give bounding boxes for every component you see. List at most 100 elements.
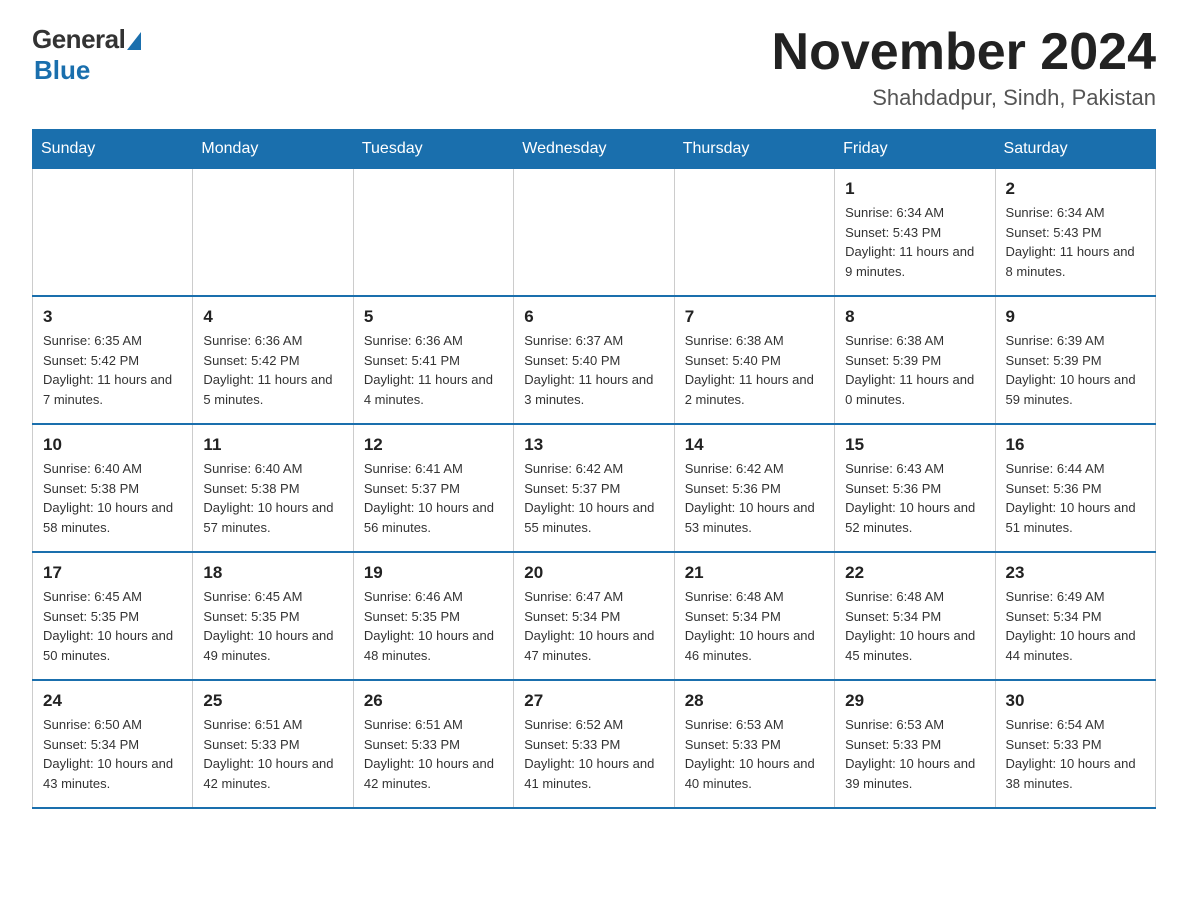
month-title: November 2024 [772,24,1156,81]
calendar-week-row: 17Sunrise: 6:45 AM Sunset: 5:35 PM Dayli… [33,552,1156,680]
day-info: Sunrise: 6:51 AM Sunset: 5:33 PM Dayligh… [203,715,342,793]
day-number: 16 [1006,435,1145,455]
calendar-cell: 7 Sunrise: 6:38 AM Sunset: 5:40 PM Daylig… [674,296,834,424]
calendar-cell [514,169,674,297]
calendar-day-header: Tuesday [353,130,513,169]
calendar-week-row: 24 Sunrise: 6:50 AM Sunset: 5:34 PM Dayli… [33,680,1156,808]
calendar-cell: 17Sunrise: 6:45 AM Sunset: 5:35 PM Dayli… [33,552,193,680]
location-title: Shahdadpur, Sindh, Pakistan [772,85,1156,111]
calendar-cell: 14 Sunrise: 6:42 AM Sunset: 5:36 PM Dayli… [674,424,834,552]
day-info: Sunrise: 6:35 AM Sunset: 5:42 PM Dayligh… [43,331,182,409]
day-info: Sunrise: 6:50 AM Sunset: 5:34 PM Dayligh… [43,715,182,793]
calendar-day-header: Sunday [33,130,193,169]
day-info: Sunrise: 6:49 AM Sunset: 5:34 PM Dayligh… [1006,587,1145,665]
calendar-cell: 26Sunrise: 6:51 AM Sunset: 5:33 PM Dayli… [353,680,513,808]
day-number: 5 [364,307,503,327]
calendar-cell: 22 Sunrise: 6:48 AM Sunset: 5:34 PM Dayli… [835,552,995,680]
title-area: November 2024 Shahdadpur, Sindh, Pakista… [772,24,1156,111]
day-info: Sunrise: 6:52 AM Sunset: 5:33 PM Dayligh… [524,715,663,793]
calendar-table: SundayMondayTuesdayWednesdayThursdayFrid… [32,129,1156,809]
logo-blue-text: Blue [34,55,90,86]
day-number: 18 [203,563,342,583]
day-number: 1 [845,179,984,199]
calendar-day-header: Saturday [995,130,1155,169]
day-number: 14 [685,435,824,455]
day-number: 10 [43,435,182,455]
calendar-header-row: SundayMondayTuesdayWednesdayThursdayFrid… [33,130,1156,169]
day-info: Sunrise: 6:36 AM Sunset: 5:42 PM Dayligh… [203,331,342,409]
calendar-cell: 12 Sunrise: 6:41 AM Sunset: 5:37 PM Dayli… [353,424,513,552]
day-info: Sunrise: 6:54 AM Sunset: 5:33 PM Dayligh… [1006,715,1145,793]
day-info: Sunrise: 6:34 AM Sunset: 5:43 PM Dayligh… [845,203,984,281]
calendar-cell: 24 Sunrise: 6:50 AM Sunset: 5:34 PM Dayli… [33,680,193,808]
calendar-cell: 1 Sunrise: 6:34 AM Sunset: 5:43 PM Daylig… [835,169,995,297]
calendar-cell: 9Sunrise: 6:39 AM Sunset: 5:39 PM Daylig… [995,296,1155,424]
day-info: Sunrise: 6:46 AM Sunset: 5:35 PM Dayligh… [364,587,503,665]
day-number: 4 [203,307,342,327]
day-info: Sunrise: 6:48 AM Sunset: 5:34 PM Dayligh… [845,587,984,665]
day-number: 23 [1006,563,1145,583]
day-number: 6 [524,307,663,327]
calendar-cell: 23 Sunrise: 6:49 AM Sunset: 5:34 PM Dayli… [995,552,1155,680]
day-info: Sunrise: 6:44 AM Sunset: 5:36 PM Dayligh… [1006,459,1145,537]
day-number: 25 [203,691,342,711]
day-info: Sunrise: 6:34 AM Sunset: 5:43 PM Dayligh… [1006,203,1145,281]
calendar-cell: 29 Sunrise: 6:53 AM Sunset: 5:33 PM Dayli… [835,680,995,808]
day-info: Sunrise: 6:38 AM Sunset: 5:40 PM Dayligh… [685,331,824,409]
day-number: 29 [845,691,984,711]
calendar-day-header: Friday [835,130,995,169]
day-info: Sunrise: 6:36 AM Sunset: 5:41 PM Dayligh… [364,331,503,409]
day-info: Sunrise: 6:38 AM Sunset: 5:39 PM Dayligh… [845,331,984,409]
day-info: Sunrise: 6:51 AM Sunset: 5:33 PM Dayligh… [364,715,503,793]
day-info: Sunrise: 6:37 AM Sunset: 5:40 PM Dayligh… [524,331,663,409]
day-number: 12 [364,435,503,455]
calendar-cell: 13 Sunrise: 6:42 AM Sunset: 5:37 PM Dayli… [514,424,674,552]
calendar-cell: 2 Sunrise: 6:34 AM Sunset: 5:43 PM Daylig… [995,169,1155,297]
logo: General Blue [32,24,141,86]
calendar-cell: 8Sunrise: 6:38 AM Sunset: 5:39 PM Daylig… [835,296,995,424]
calendar-cell: 19 Sunrise: 6:46 AM Sunset: 5:35 PM Dayli… [353,552,513,680]
day-info: Sunrise: 6:42 AM Sunset: 5:36 PM Dayligh… [685,459,824,537]
day-number: 17 [43,563,182,583]
day-number: 19 [364,563,503,583]
calendar-cell: 3 Sunrise: 6:35 AM Sunset: 5:42 PM Daylig… [33,296,193,424]
day-number: 13 [524,435,663,455]
day-info: Sunrise: 6:47 AM Sunset: 5:34 PM Dayligh… [524,587,663,665]
day-info: Sunrise: 6:40 AM Sunset: 5:38 PM Dayligh… [203,459,342,537]
calendar-cell: 25 Sunrise: 6:51 AM Sunset: 5:33 PM Dayli… [193,680,353,808]
day-number: 11 [203,435,342,455]
day-number: 28 [685,691,824,711]
calendar-cell: 18Sunrise: 6:45 AM Sunset: 5:35 PM Dayli… [193,552,353,680]
calendar-cell [33,169,193,297]
logo-triangle-icon [127,32,141,50]
calendar-cell: 30 Sunrise: 6:54 AM Sunset: 5:33 PM Dayli… [995,680,1155,808]
calendar-cell: 5 Sunrise: 6:36 AM Sunset: 5:41 PM Daylig… [353,296,513,424]
calendar-cell [353,169,513,297]
day-info: Sunrise: 6:42 AM Sunset: 5:37 PM Dayligh… [524,459,663,537]
calendar-cell: 21 Sunrise: 6:48 AM Sunset: 5:34 PM Dayli… [674,552,834,680]
day-number: 22 [845,563,984,583]
logo-general-text: General [32,24,125,55]
day-number: 7 [685,307,824,327]
day-info: Sunrise: 6:48 AM Sunset: 5:34 PM Dayligh… [685,587,824,665]
page-header: General Blue November 2024 Shahdadpur, S… [32,24,1156,111]
calendar-week-row: 10 Sunrise: 6:40 AM Sunset: 5:38 PM Dayli… [33,424,1156,552]
day-number: 3 [43,307,182,327]
day-number: 24 [43,691,182,711]
calendar-cell: 20 Sunrise: 6:47 AM Sunset: 5:34 PM Dayli… [514,552,674,680]
day-number: 15 [845,435,984,455]
calendar-cell: 11 Sunrise: 6:40 AM Sunset: 5:38 PM Dayli… [193,424,353,552]
calendar-cell: 15 Sunrise: 6:43 AM Sunset: 5:36 PM Dayli… [835,424,995,552]
day-number: 30 [1006,691,1145,711]
day-info: Sunrise: 6:43 AM Sunset: 5:36 PM Dayligh… [845,459,984,537]
day-number: 27 [524,691,663,711]
calendar-day-header: Wednesday [514,130,674,169]
day-number: 20 [524,563,663,583]
day-number: 2 [1006,179,1145,199]
day-info: Sunrise: 6:39 AM Sunset: 5:39 PM Dayligh… [1006,331,1145,409]
calendar-cell [674,169,834,297]
day-info: Sunrise: 6:53 AM Sunset: 5:33 PM Dayligh… [845,715,984,793]
day-number: 21 [685,563,824,583]
day-info: Sunrise: 6:53 AM Sunset: 5:33 PM Dayligh… [685,715,824,793]
day-info: Sunrise: 6:41 AM Sunset: 5:37 PM Dayligh… [364,459,503,537]
